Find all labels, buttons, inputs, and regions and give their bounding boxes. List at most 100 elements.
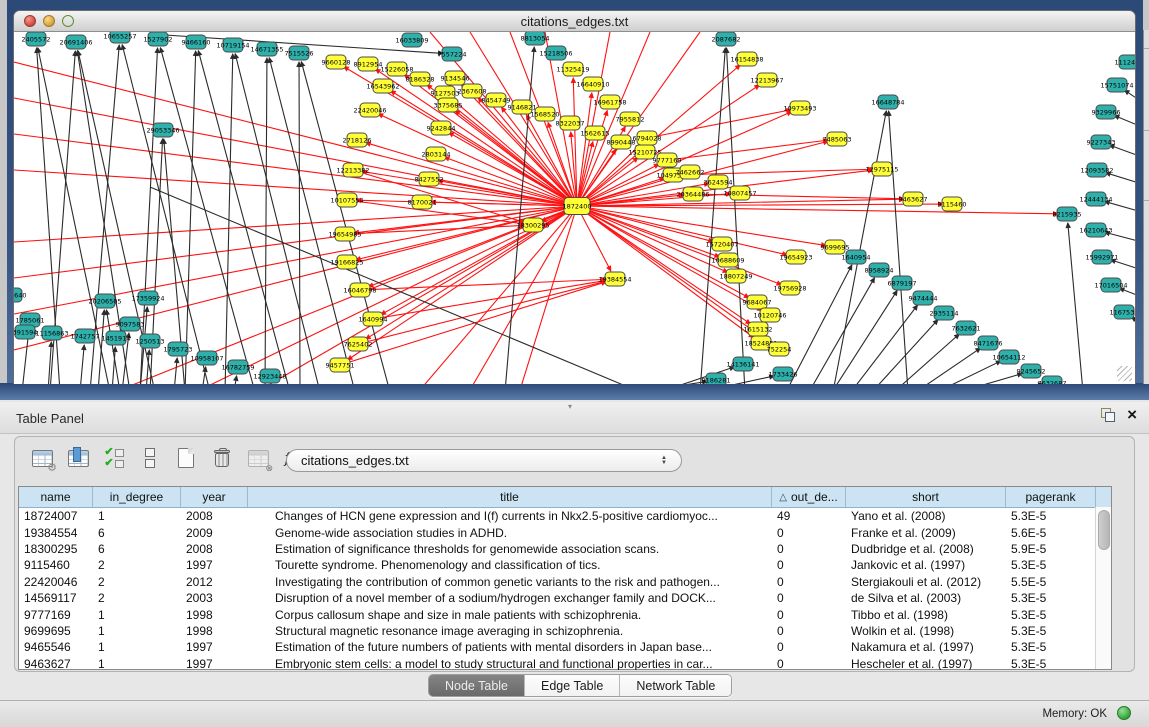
table-selector-dropdown[interactable]: citations_edges.txt ▲▼ — [286, 449, 682, 472]
graph-node-label: 8912954 — [354, 60, 383, 68]
graph-edge[interactable] — [235, 54, 320, 384]
edge-arrowhead-icon — [892, 290, 898, 297]
graph-edge[interactable] — [449, 132, 577, 206]
new-document-icon[interactable] — [173, 445, 199, 471]
cell-out_degree: 0 — [772, 542, 846, 556]
network-window-titlebar[interactable]: citations_edges.txt — [14, 11, 1135, 32]
graph-edge[interactable] — [265, 58, 267, 384]
graph-edge[interactable] — [122, 45, 210, 384]
column-header-title[interactable]: title — [248, 487, 772, 507]
graph-node-label: 9227343 — [1087, 138, 1116, 146]
graph-edge[interactable] — [832, 291, 897, 384]
tab-node-table[interactable]: Node Table — [429, 675, 525, 696]
table-panel-content: ⚙✔✔⊗f(x) citations_edges.txt ▲▼ namein_d… — [14, 436, 1135, 672]
panel-resize-handle-icon[interactable]: ▾ — [568, 402, 572, 411]
graph-edge[interactable] — [98, 310, 104, 384]
trash-icon[interactable] — [209, 445, 235, 471]
graph-edge[interactable] — [345, 225, 524, 234]
graph-edge[interactable] — [577, 206, 787, 255]
table-row[interactable]: 2242004622012Investigating the contribut… — [19, 574, 1111, 590]
network-window-title: citations_edges.txt — [14, 14, 1135, 29]
graph-edge[interactable] — [700, 48, 725, 384]
table-row[interactable]: 946554611997Estimation of the future num… — [19, 639, 1111, 655]
graph-edge[interactable] — [299, 62, 300, 384]
table-settings-icon[interactable]: ⚙ — [29, 445, 55, 471]
table-row[interactable]: 1456911722003Disruption of a novel membe… — [19, 590, 1111, 606]
close-panel-icon[interactable]: × — [1127, 408, 1137, 422]
graph-node-label: 1562615 — [581, 129, 610, 137]
graph-edge[interactable] — [889, 111, 908, 384]
graph-node-label: 16782759 — [221, 363, 254, 371]
cell-year: 2009 — [181, 526, 248, 540]
graph-edge[interactable] — [894, 334, 959, 384]
table-row[interactable]: 911546021997Tourette syndrome. Phenomeno… — [19, 557, 1111, 573]
cell-short: Jankovic et al. (1997) — [846, 558, 1006, 572]
graph-node-label: 17016504 — [1094, 281, 1127, 289]
graph-node-label: 8427552 — [415, 175, 444, 183]
scrollbar-thumb[interactable] — [1098, 510, 1110, 550]
canvas-resize-grip-icon[interactable] — [1117, 366, 1132, 381]
graph-node-label: 1527902 — [144, 35, 173, 43]
column-header-short[interactable]: short — [846, 487, 1006, 507]
cell-pagerank: 5.3E-5 — [1006, 624, 1096, 638]
graph-edge[interactable] — [14, 206, 577, 242]
table-row[interactable]: 977716911998Corpus callosum shape and si… — [19, 606, 1111, 622]
cell-pagerank: 5.3E-5 — [1006, 640, 1096, 654]
delete-table-icon[interactable]: ⊗ — [245, 445, 271, 471]
cell-year: 1997 — [181, 657, 248, 670]
graph-node-label: 9457751 — [326, 361, 355, 369]
graph-node-label: 2087682 — [712, 35, 741, 43]
graph-node-label: 8454749 — [482, 96, 511, 104]
graph-node-label: 15218506 — [539, 49, 572, 57]
graph-edge[interactable] — [80, 345, 84, 384]
graph-edge[interactable] — [366, 143, 577, 206]
column-header-year[interactable]: year — [181, 487, 248, 507]
select-all-rows-icon[interactable]: ✔✔ — [101, 445, 127, 471]
graph-node-label: 1451914 — [102, 334, 131, 342]
graph-edge[interactable] — [160, 48, 255, 384]
graph-edge[interactable] — [358, 281, 606, 344]
table-row[interactable]: 1938455462009Genome-wide association stu… — [19, 524, 1111, 540]
graph-node-label: 9466160 — [182, 38, 211, 46]
side-panel-edge — [1143, 30, 1149, 384]
tab-edge-table[interactable]: Edge Table — [525, 675, 620, 696]
column-header-out_degree[interactable]: △out_de... — [772, 487, 846, 507]
graph-edge[interactable] — [360, 279, 606, 290]
float-panel-icon[interactable] — [1101, 408, 1115, 422]
tab-network-table[interactable]: Network Table — [620, 675, 731, 696]
graph-edge[interactable] — [185, 51, 196, 384]
graph-edge[interactable] — [14, 134, 577, 206]
network-canvas[interactable]: 2405572206914061065525715279029466160107… — [14, 32, 1135, 384]
graph-edge[interactable] — [14, 206, 577, 278]
graph-edge[interactable] — [916, 348, 981, 384]
graph-edge[interactable] — [640, 381, 707, 384]
graph-edge[interactable] — [668, 140, 828, 160]
memory-status-indicator[interactable] — [1117, 706, 1131, 720]
table-row[interactable]: 969969511998Structural magnetic resonanc… — [19, 623, 1111, 639]
graph-edge[interactable] — [1068, 223, 1083, 384]
cell-in_degree: 1 — [93, 509, 181, 523]
network-graph[interactable]: 2405572206914061065525715279029466160107… — [14, 32, 1135, 384]
graph-edge[interactable] — [726, 48, 745, 384]
show-column-icon[interactable] — [65, 445, 91, 471]
graph-edge[interactable] — [809, 278, 875, 384]
column-header-pagerank[interactable]: pagerank — [1006, 487, 1096, 507]
cell-out_degree: 0 — [772, 608, 846, 622]
graph-node-label: 2316640 — [14, 291, 26, 299]
graph-node-label: 7485063 — [823, 135, 852, 143]
table-row[interactable]: 1872400712008Changes of HCN gene express… — [19, 508, 1111, 524]
graph-edge[interactable] — [14, 206, 577, 350]
memory-status-label: Memory: OK — [1042, 708, 1107, 720]
table-scrollbar[interactable] — [1095, 507, 1111, 669]
graph-edge[interactable] — [851, 305, 918, 384]
graph-edge[interactable] — [937, 361, 1001, 384]
column-header-name[interactable]: name — [19, 487, 93, 507]
unselect-rows-icon[interactable] — [137, 445, 163, 471]
edge-arrowhead-icon — [174, 357, 180, 363]
graph-edge[interactable] — [959, 374, 1022, 384]
table-row[interactable]: 946362711997Embryonic stem cells: a mode… — [19, 656, 1111, 670]
graph-edge[interactable] — [577, 206, 1058, 214]
table-row[interactable]: 1830029562008Estimation of significance … — [19, 541, 1111, 557]
column-header-in_degree[interactable]: in_degree — [93, 487, 181, 507]
graph-node-label: 12975115 — [865, 165, 898, 173]
